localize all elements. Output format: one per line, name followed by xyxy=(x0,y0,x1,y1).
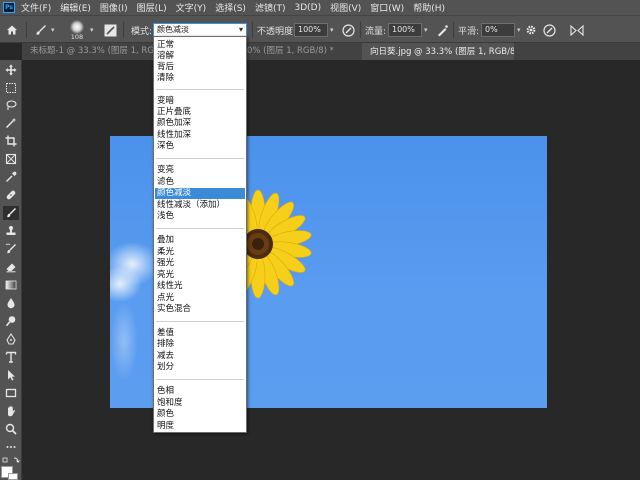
blend-dissolve[interactable]: 溶解 xyxy=(155,51,245,62)
blend-color[interactable]: 颜色 xyxy=(155,409,245,420)
document-tab-bar: 未标题-1 @ 33.3% (图层 1, RGB/8#) * 0% (图层 1,… xyxy=(22,43,640,60)
menu-layer[interactable]: 图层(L) xyxy=(137,1,167,14)
blend-color-dodge[interactable]: 颜色减淡 xyxy=(155,188,245,199)
menu-bar: Ps 文件(F) 编辑(E) 图像(I) 图层(L) 文字(Y) 选择(S) 滤… xyxy=(0,0,640,15)
move-tool-icon[interactable] xyxy=(3,63,19,77)
blend-saturation[interactable]: 饱和度 xyxy=(155,398,245,409)
mode-select-value: 颜色减淡 xyxy=(157,25,189,34)
mode-select[interactable]: 颜色减淡 ▾ xyxy=(153,23,247,37)
blend-vivid-light[interactable]: 亮光 xyxy=(155,270,245,281)
blend-difference[interactable]: 差值 xyxy=(155,328,245,339)
menu-edit[interactable]: 编辑(E) xyxy=(60,1,91,14)
path-selection-tool-icon[interactable] xyxy=(3,368,19,382)
tools-panel xyxy=(0,60,22,480)
rectangle-tool-icon[interactable] xyxy=(3,386,19,400)
menu-file[interactable]: 文件(F) xyxy=(21,1,51,14)
menu-type[interactable]: 文字(Y) xyxy=(176,1,207,14)
stamp-tool-icon[interactable] xyxy=(3,224,19,238)
blend-clear[interactable]: 清除 xyxy=(155,73,245,84)
lasso-tool-icon[interactable] xyxy=(3,98,19,112)
healing-brush-tool-icon[interactable] xyxy=(3,188,19,202)
magic-wand-tool-icon[interactable] xyxy=(3,116,19,130)
blend-lighten[interactable]: 变亮 xyxy=(155,165,245,176)
tab-sunflower-label: 向日葵.jpg @ 33.3% (图层 1, RGB/8#) * xyxy=(370,47,514,57)
opacity-input[interactable]: 100% xyxy=(294,23,328,37)
blend-color-burn[interactable]: 颜色加深 xyxy=(155,118,245,129)
pressure-opacity-icon[interactable] xyxy=(342,16,355,44)
blend-linear-dodge[interactable]: 线性减淡（添加） xyxy=(155,200,245,211)
brush-preset-icon[interactable]: ▾ xyxy=(34,16,55,44)
menu-help[interactable]: 帮助(H) xyxy=(413,1,445,14)
dodge-tool-icon[interactable] xyxy=(3,314,19,328)
menu-3d[interactable]: 3D(D) xyxy=(294,3,321,13)
chevron-down-icon: ▾ xyxy=(238,25,243,34)
gear-icon[interactable] xyxy=(525,16,537,44)
blend-darken[interactable]: 变暗 xyxy=(155,96,245,107)
blend-mode-menu: 正常 溶解 背后 清除 变暗 正片叠底 颜色加深 线性加深 深色 变亮 滤色 颜… xyxy=(153,36,247,433)
blend-luminosity[interactable]: 明度 xyxy=(155,421,245,432)
blend-hard-mix[interactable]: 实色混合 xyxy=(155,304,245,315)
frame-tool-icon[interactable] xyxy=(3,152,19,166)
canvas-area[interactable] xyxy=(22,60,640,480)
zoom-tool-icon[interactable] xyxy=(3,422,19,436)
menu-image[interactable]: 图像(I) xyxy=(100,1,128,14)
blend-overlay[interactable]: 叠加 xyxy=(155,235,245,246)
photoshop-window: Ps 文件(F) 编辑(E) 图像(I) 图层(L) 文字(Y) 选择(S) 滤… xyxy=(0,0,640,480)
pressure-size-icon[interactable] xyxy=(543,16,556,44)
brush-settings-icon[interactable] xyxy=(104,16,117,44)
background-color-swatch[interactable] xyxy=(8,473,18,480)
blend-exclusion[interactable]: 排除 xyxy=(155,339,245,350)
smoothing-input[interactable]: 0% xyxy=(481,23,515,37)
history-brush-tool-icon[interactable] xyxy=(3,242,19,256)
blend-normal[interactable]: 正常 xyxy=(155,40,245,51)
blend-linear-burn[interactable]: 线性加深 xyxy=(155,130,245,141)
airbrush-icon[interactable] xyxy=(436,16,449,44)
tab-sunflower[interactable]: 向日葵.jpg @ 33.3% (图层 1, RGB/8#) *× xyxy=(362,43,514,60)
brush-tool-icon[interactable] xyxy=(3,206,19,220)
opacity-label: 不透明度: xyxy=(257,26,297,37)
blend-lighter-color[interactable]: 浅色 xyxy=(155,211,245,222)
opacity-slider-toggle[interactable]: ▾ xyxy=(330,26,334,34)
gradient-tool-icon[interactable] xyxy=(3,278,19,292)
flow-input[interactable]: 100% xyxy=(388,23,422,37)
brush-tip-icon xyxy=(70,19,84,34)
blend-screen[interactable]: 滤色 xyxy=(155,177,245,188)
tab-hidden-document[interactable]: 0% (图层 1, RGB/8) * xyxy=(243,43,359,60)
flow-label: 流量: xyxy=(365,26,387,37)
blend-linear-light[interactable]: 线性光 xyxy=(155,281,245,292)
menu-filter[interactable]: 滤镜(T) xyxy=(255,1,286,14)
crop-tool-icon[interactable] xyxy=(3,134,19,148)
home-icon[interactable] xyxy=(6,16,18,44)
flow-slider-toggle[interactable]: ▾ xyxy=(424,26,428,34)
smoothing-slider-toggle[interactable]: ▾ xyxy=(517,26,521,34)
menu-view[interactable]: 视图(V) xyxy=(330,1,361,14)
menu-select[interactable]: 选择(S) xyxy=(215,1,246,14)
blend-hard-light[interactable]: 强光 xyxy=(155,258,245,269)
menu-window[interactable]: 窗口(W) xyxy=(370,1,404,14)
blend-behind[interactable]: 背后 xyxy=(155,62,245,73)
blur-tool-icon[interactable] xyxy=(3,296,19,310)
mode-label: 模式: xyxy=(131,26,153,37)
symmetry-icon[interactable] xyxy=(570,16,584,44)
eraser-tool-icon[interactable] xyxy=(3,260,19,274)
eyedropper-tool-icon[interactable] xyxy=(3,170,19,184)
blend-soft-light[interactable]: 柔光 xyxy=(155,247,245,258)
brush-size-picker[interactable]: 108 xyxy=(70,16,84,44)
ps-logo: Ps xyxy=(3,2,15,13)
hand-tool-icon[interactable] xyxy=(3,404,19,418)
blend-pin-light[interactable]: 点光 xyxy=(155,293,245,304)
brush-size-value: 108 xyxy=(70,32,84,41)
pen-tool-icon[interactable] xyxy=(3,332,19,346)
tab-hidden-document-label: 0% (图层 1, RGB/8) * xyxy=(247,46,334,56)
more-tools-icon[interactable] xyxy=(3,440,19,454)
blend-darker-color[interactable]: 深色 xyxy=(155,141,245,152)
blend-subtract[interactable]: 减去 xyxy=(155,351,245,362)
smoothing-label: 平滑: xyxy=(458,26,480,37)
blend-multiply[interactable]: 正片叠底 xyxy=(155,107,245,118)
marquee-tool-icon[interactable] xyxy=(3,81,19,95)
type-tool-icon[interactable] xyxy=(3,350,19,364)
blend-hue[interactable]: 色相 xyxy=(155,386,245,397)
options-bar: ▾ 108 ▾ 模式: 颜色减淡 ▾ 不透明度: 100% ▾ 流量: 100%… xyxy=(0,15,640,43)
blend-divide[interactable]: 划分 xyxy=(155,362,245,373)
